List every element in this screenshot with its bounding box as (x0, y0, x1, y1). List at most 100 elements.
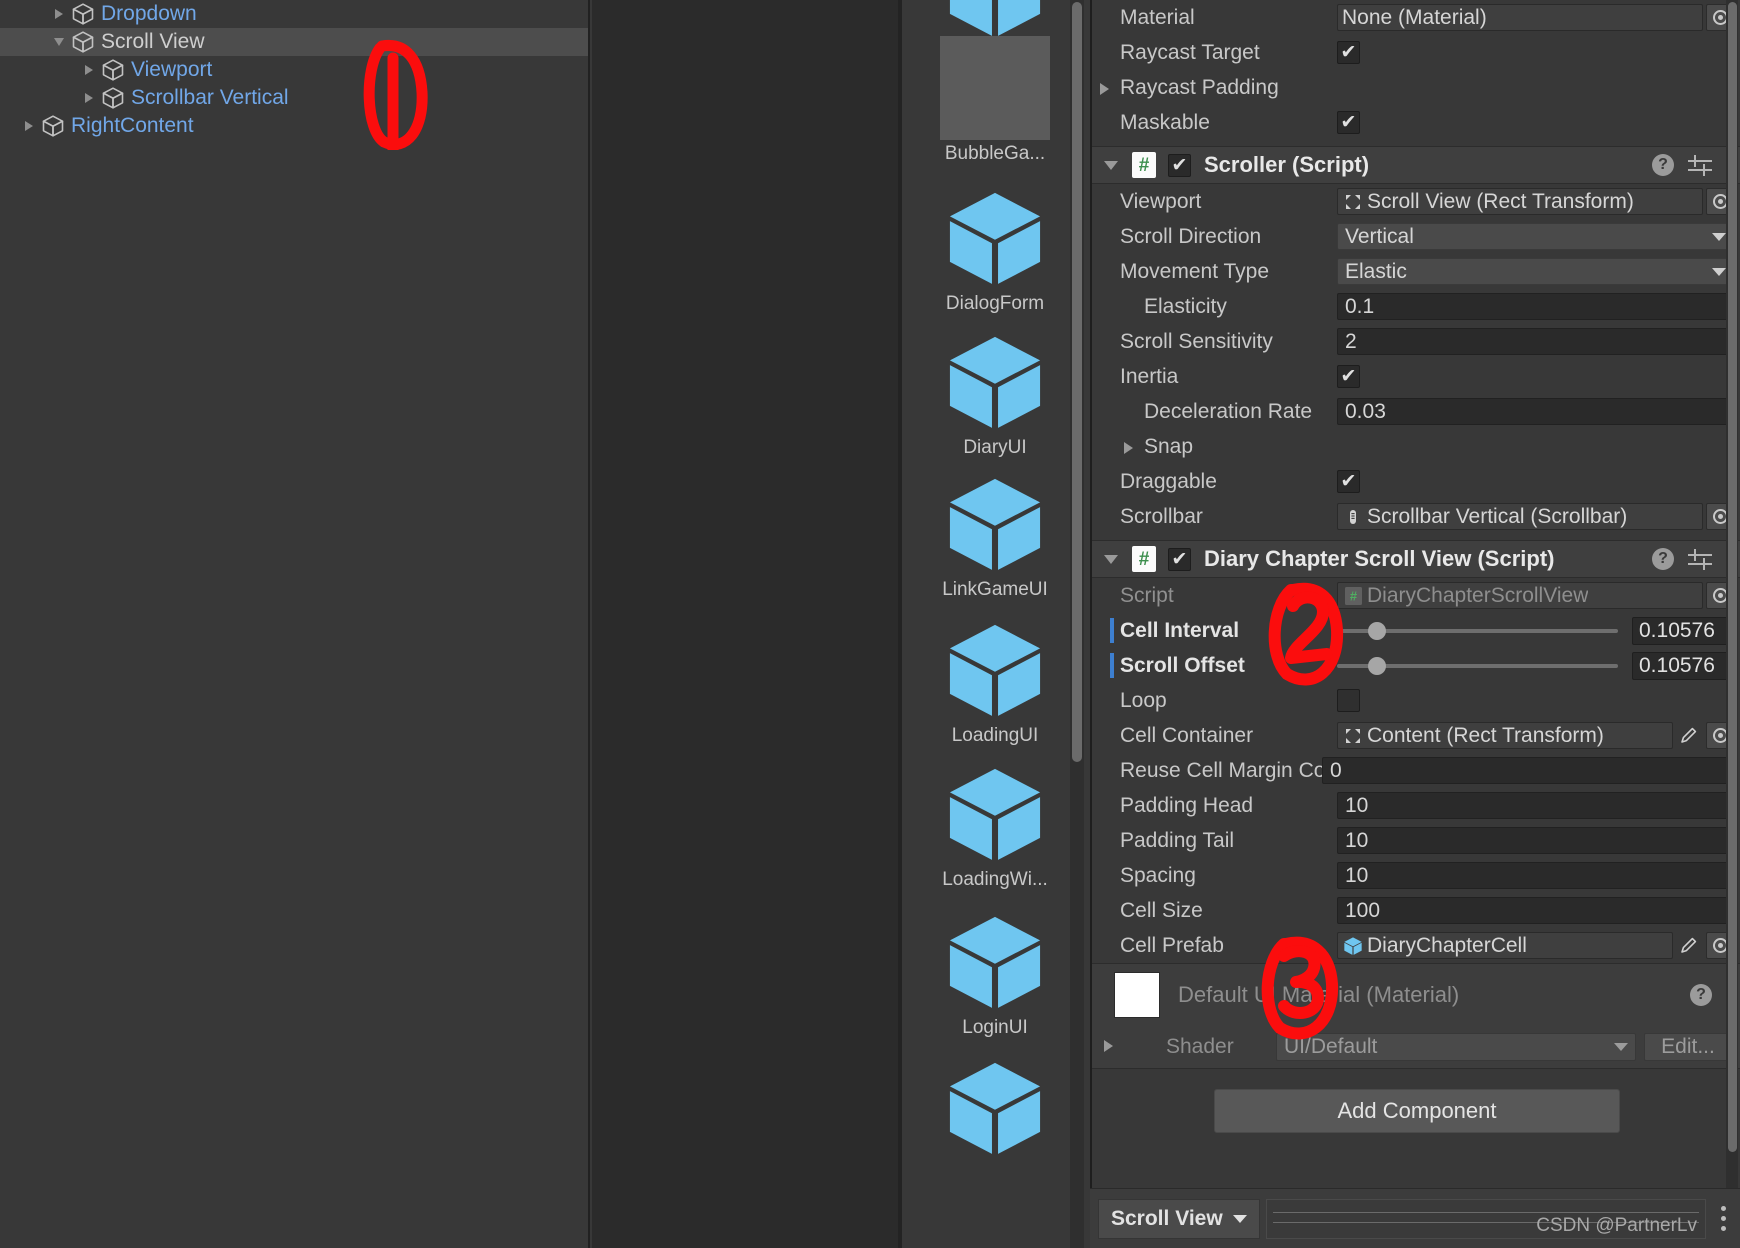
property-row-deceleration-rate: Deceleration Rate 0.03 (1092, 394, 1740, 429)
chevron-down-icon[interactable] (1104, 160, 1118, 170)
chevron-right-icon[interactable] (1104, 1040, 1113, 1052)
slider-track[interactable] (1337, 656, 1618, 675)
project-asset-item[interactable]: LoadingUI (902, 618, 1088, 748)
number-input[interactable]: 0.10576 (1632, 616, 1734, 645)
slider-knob[interactable] (1367, 621, 1386, 640)
chevron-down-icon (1232, 1214, 1247, 1223)
property-value: 10 (1337, 862, 1740, 889)
inspector-scrollbar[interactable] (1726, 0, 1738, 1248)
project-asset-item[interactable] (902, 1056, 1088, 1162)
hierarchy-item-label: RightContent (71, 114, 194, 137)
help-icon[interactable]: ? (1690, 984, 1712, 1006)
pencil-edit-icon[interactable] (1673, 936, 1703, 956)
slider-knob[interactable] (1367, 656, 1386, 675)
text-input[interactable]: 10 (1337, 792, 1734, 819)
chevron-right-icon[interactable] (78, 93, 100, 103)
hierarchy-item-viewport[interactable]: Viewport (0, 56, 588, 84)
component-header[interactable]: # ✔ Scroller (Script)? (1092, 146, 1740, 184)
project-scrollbar[interactable] (1070, 0, 1084, 1248)
bottom-kebab-menu-icon[interactable] (1712, 1199, 1734, 1239)
script-file-icon: # (1132, 152, 1156, 178)
object-field[interactable]: Scrollbar Vertical (Scrollbar) (1337, 503, 1703, 530)
property-label: Padding Head (1120, 793, 1254, 817)
bottom-object-dropdown[interactable]: Scroll View (1098, 1198, 1260, 1239)
add-component-area: Add Component (1092, 1068, 1740, 1152)
chevron-right-icon[interactable] (1100, 83, 1109, 95)
project-asset-label: LoginUI (962, 1017, 1028, 1038)
property-label: Loop (1120, 688, 1167, 712)
preset-icon[interactable] (1688, 154, 1712, 176)
chevron-right-icon[interactable] (1124, 442, 1133, 454)
project-asset-item[interactable]: DialogForm (902, 186, 1088, 316)
checkbox[interactable] (1337, 689, 1360, 712)
object-field[interactable]: Scroll View (Rect Transform) (1337, 188, 1703, 215)
object-field[interactable]: None (Material) (1337, 4, 1703, 31)
scene-view-panel[interactable] (592, 0, 900, 1248)
property-label: Inertia (1120, 364, 1179, 388)
project-asset-item[interactable]: LinkGameUI (902, 472, 1088, 602)
text-input[interactable]: 0.1 (1337, 293, 1734, 320)
property-row-spacing: Spacing 10 (1092, 858, 1740, 893)
number-input[interactable]: 0.10576 (1632, 651, 1734, 680)
checkbox[interactable]: ✔ (1337, 111, 1360, 134)
chevron-right-icon[interactable] (78, 65, 100, 75)
property-value: 100 (1337, 897, 1740, 924)
checkbox[interactable]: ✔ (1337, 470, 1360, 493)
property-row-material: Material None (Material) (1092, 0, 1740, 35)
hierarchy-item-dropdown[interactable]: Dropdown (0, 0, 588, 28)
text-input[interactable]: 2 (1337, 328, 1734, 355)
project-scrollbar-thumb[interactable] (1072, 2, 1082, 762)
text-input[interactable]: 100 (1337, 897, 1734, 924)
enum-dropdown[interactable]: Elastic (1337, 258, 1734, 285)
project-asset-item[interactable]: LoginUI (902, 910, 1088, 1040)
hierarchy-panel: Dropdown Scroll View Viewport Scrollbar Ver… (0, 0, 590, 1248)
object-field[interactable]: Content (Rect Transform) (1337, 722, 1673, 749)
property-label: Script (1120, 583, 1174, 607)
text-input[interactable]: 10 (1337, 862, 1734, 889)
chevron-right-icon[interactable] (18, 121, 40, 131)
component-title: Diary Chapter Scroll View (Script) (1204, 546, 1555, 571)
recttransform-icon (1342, 727, 1364, 745)
project-asset-item[interactable]: BubbleGa... (902, 36, 1088, 166)
bottom-preview-field[interactable]: CSDN @PartnerLv (1265, 1198, 1706, 1239)
help-icon[interactable]: ? (1652, 154, 1674, 176)
checkbox[interactable]: ✔ (1337, 365, 1360, 388)
shader-dropdown[interactable]: UI/Default (1276, 1033, 1636, 1061)
property-label: Scrollbar (1120, 504, 1203, 528)
text-input[interactable]: 10 (1337, 827, 1734, 854)
watermark: CSDN @PartnerLv (1536, 1214, 1697, 1236)
property-label: Draggable (1120, 469, 1217, 493)
enum-dropdown-label: Vertical (1345, 224, 1414, 248)
chevron-down-icon[interactable] (1104, 554, 1118, 564)
property-label: Scroll Offset (1120, 653, 1245, 677)
component-enabled-checkbox[interactable]: ✔ (1168, 153, 1191, 177)
preset-icon[interactable] (1688, 548, 1712, 570)
object-field[interactable]: # DiaryChapterScrollView (1337, 582, 1703, 609)
project-asset-label: LoadingWi... (942, 869, 1048, 890)
object-field[interactable]: DiaryChapterCell (1337, 932, 1673, 959)
hierarchy-item-scroll-view[interactable]: Scroll View (0, 28, 588, 56)
help-icon[interactable]: ? (1652, 548, 1674, 570)
text-input[interactable]: 0.03 (1337, 398, 1734, 425)
enum-dropdown[interactable]: Vertical (1337, 223, 1734, 250)
property-row-loop: Loop (1092, 683, 1740, 718)
pencil-edit-icon[interactable] (1673, 726, 1703, 746)
hierarchy-item-rightcontent[interactable]: RightContent (0, 112, 588, 140)
component-header[interactable]: # ✔ Diary Chapter Scroll View (Script)? (1092, 540, 1740, 578)
property-row-draggable: Draggable ✔ (1092, 464, 1740, 499)
project-asset-item[interactable]: DiaryUI (902, 330, 1088, 460)
chevron-right-icon[interactable] (48, 9, 70, 19)
scrollbar-icon (1342, 508, 1364, 526)
slider-track[interactable] (1337, 621, 1618, 640)
bottom-object-dropdown-label: Scroll View (1111, 1206, 1223, 1230)
property-value: ✔ (1337, 111, 1740, 134)
edit-shader-button[interactable]: Edit... (1644, 1033, 1732, 1061)
checkbox[interactable]: ✔ (1337, 41, 1360, 64)
component-enabled-checkbox[interactable]: ✔ (1168, 547, 1191, 571)
property-value: 0.10576 (1337, 616, 1740, 645)
chevron-down-icon[interactable] (48, 38, 70, 46)
text-input[interactable]: 0 (1322, 757, 1734, 784)
hierarchy-item-scrollbar-vertical[interactable]: Scrollbar Vertical (0, 84, 588, 112)
add-component-button[interactable]: Add Component (1214, 1088, 1620, 1133)
project-asset-item[interactable]: LoadingWi... (902, 762, 1088, 892)
